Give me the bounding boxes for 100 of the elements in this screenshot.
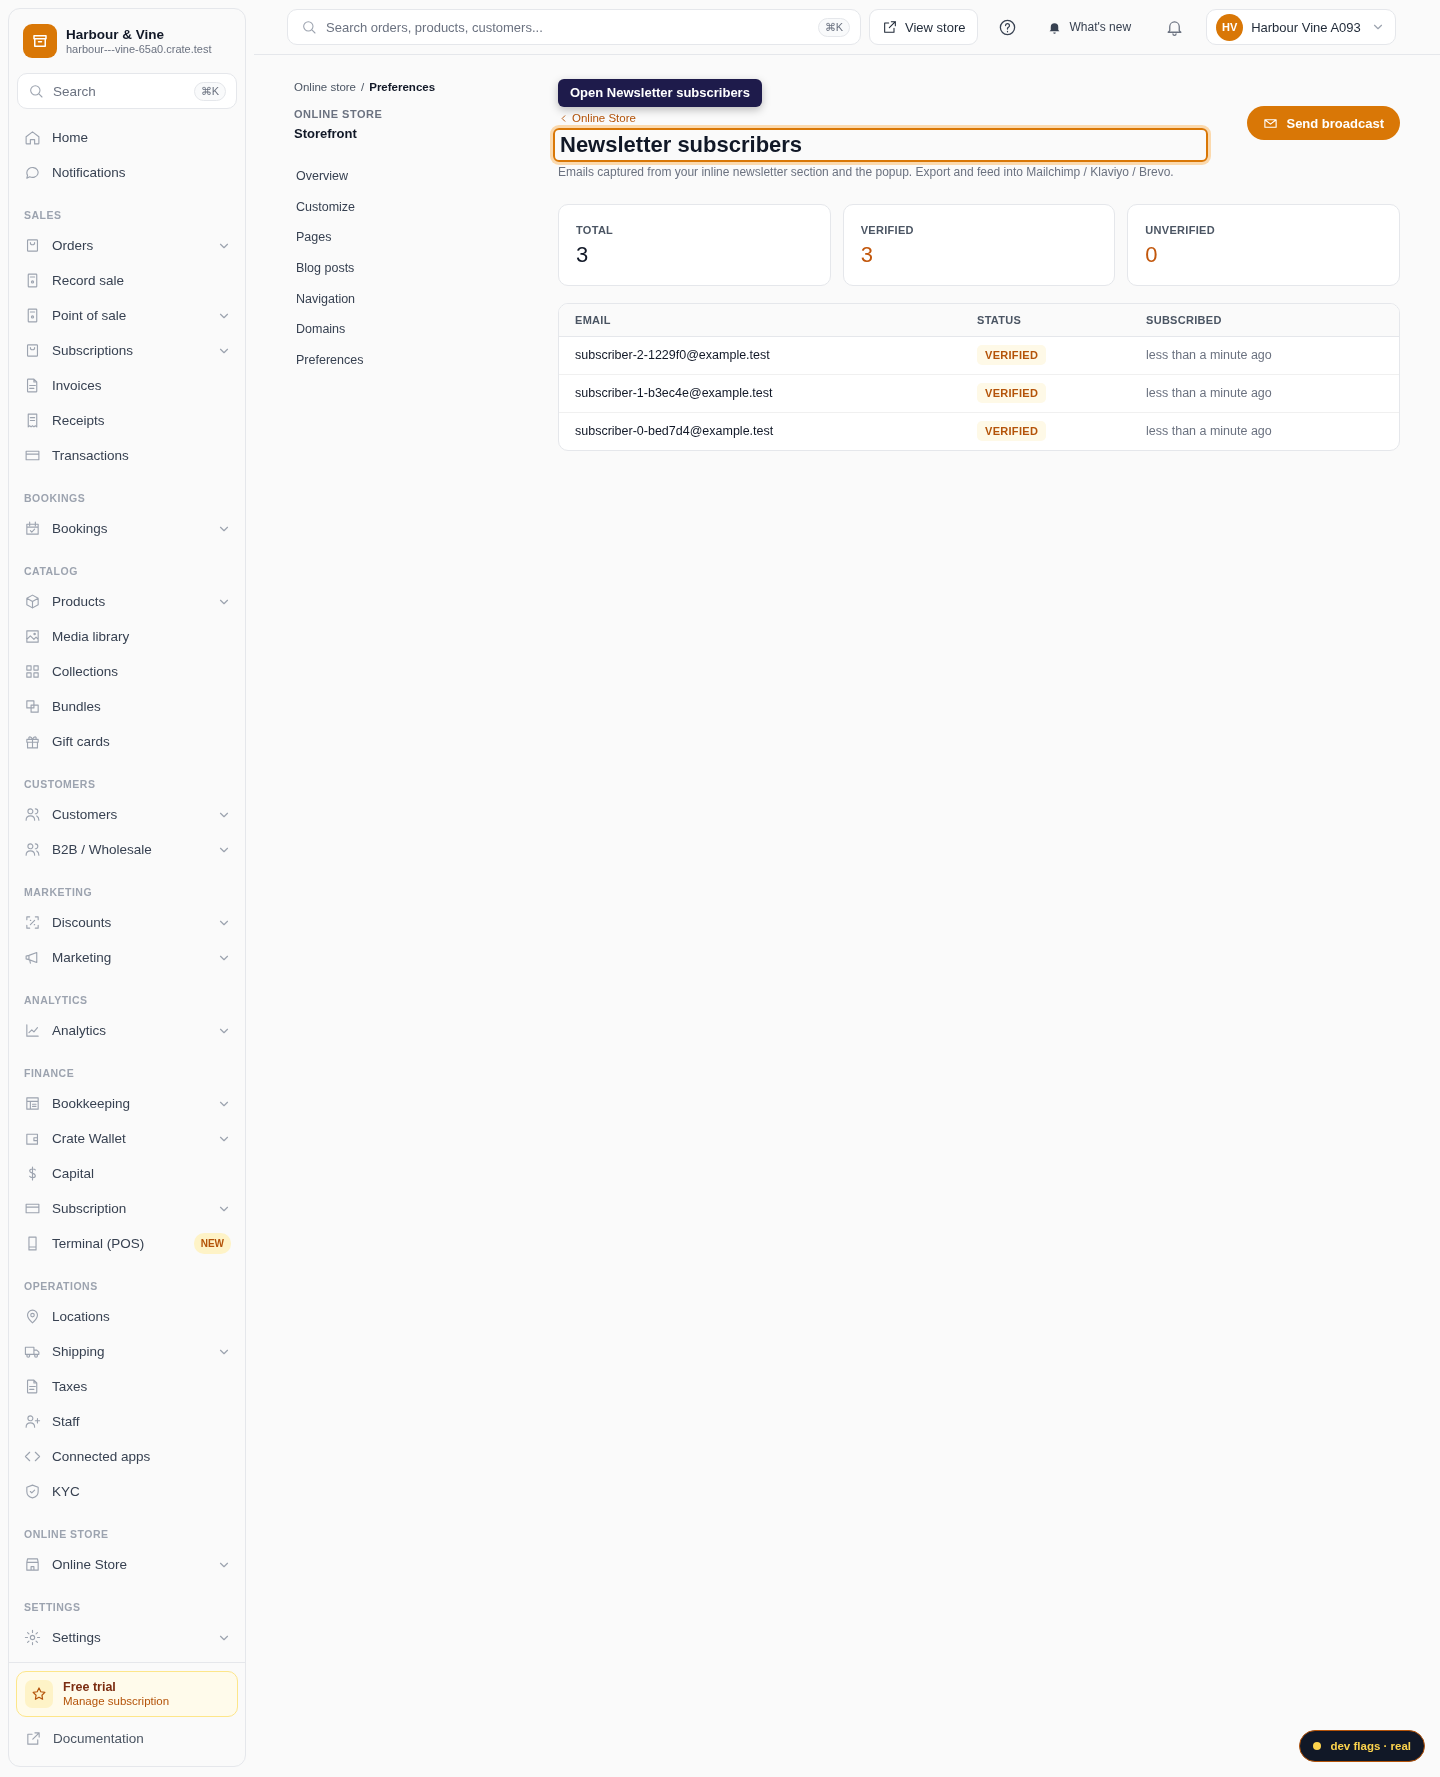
nav-item[interactable]: Shipping bbox=[24, 1334, 217, 1369]
star-icon bbox=[31, 1686, 47, 1702]
nav-item[interactable]: Capital bbox=[24, 1156, 231, 1191]
stat-value: 3 bbox=[576, 241, 590, 268]
avatar: HV bbox=[1216, 13, 1244, 41]
external-link-icon bbox=[882, 19, 898, 35]
subnav-link[interactable]: Navigation bbox=[294, 283, 558, 315]
nav-item[interactable]: Collections bbox=[24, 654, 231, 689]
nav-item[interactable]: Orders bbox=[24, 228, 217, 263]
nav-item[interactable]: Subscription bbox=[24, 1191, 217, 1226]
section-label: ONLINE STORE bbox=[294, 108, 384, 120]
squares-icon bbox=[24, 698, 41, 715]
nav-item[interactable]: Taxes bbox=[24, 1369, 231, 1404]
nav-item[interactable]: Connected apps bbox=[24, 1439, 231, 1474]
nav-item[interactable]: Gift cards bbox=[24, 724, 231, 759]
nav-item[interactable]: Receipts bbox=[24, 403, 231, 438]
column-header: SUBSCRIBED bbox=[1146, 313, 1223, 326]
settings-icon bbox=[24, 1629, 41, 1646]
nav-item[interactable]: Settings bbox=[24, 1620, 217, 1655]
table-cell-text: subscriber-2-1229f0@example.test bbox=[575, 348, 771, 362]
table-cell-text: less than a minute ago bbox=[1146, 348, 1273, 362]
status-badge: VERIFIED bbox=[977, 421, 1047, 441]
nav-item[interactable]: Bundles bbox=[24, 689, 231, 724]
section-heading: FINANCE bbox=[24, 1065, 76, 1081]
section-title: Storefront bbox=[294, 126, 358, 141]
nav-item[interactable]: Invoices bbox=[24, 368, 231, 403]
nav-item[interactable]: Locations bbox=[24, 1299, 231, 1334]
users-icon bbox=[24, 841, 41, 858]
subnav-link[interactable]: Domains bbox=[294, 314, 558, 346]
stat-label: UNVERIFIED bbox=[1145, 223, 1216, 236]
line-chart-icon bbox=[24, 1022, 41, 1039]
discount-icon bbox=[24, 914, 41, 931]
tooltip: Open Newsletter subscribers bbox=[558, 79, 762, 107]
subnav-link[interactable]: Preferences bbox=[294, 345, 558, 376]
search-field[interactable]: Search ⌘K bbox=[17, 73, 237, 109]
stat-value: 3 bbox=[860, 241, 874, 268]
nav-item[interactable]: Terminal (POS) bbox=[24, 1226, 194, 1261]
nav-item[interactable]: Home bbox=[24, 120, 231, 155]
search-field[interactable]: Search orders, products, customers... ⌘K bbox=[287, 9, 861, 45]
external-link-icon bbox=[25, 1729, 42, 1747]
nav-item[interactable]: Crate Wallet bbox=[24, 1121, 217, 1156]
table-cell-text: subscriber-1-b3ec4e@example.test bbox=[575, 386, 774, 400]
nav-item[interactable]: Analytics bbox=[24, 1013, 217, 1048]
subnav-link[interactable]: Pages bbox=[294, 222, 558, 254]
whats-new-button[interactable]: What's new bbox=[1043, 9, 1136, 45]
store-domain: harbour---vine-65a0.crate.test bbox=[66, 42, 212, 56]
image-icon bbox=[24, 628, 41, 645]
new-badge: NEW bbox=[193, 1233, 231, 1254]
section-heading: CATALOG bbox=[24, 563, 79, 579]
bag-icon bbox=[24, 237, 41, 254]
subnav-link[interactable]: Overview bbox=[294, 161, 558, 192]
nav-item[interactable]: Point of sale bbox=[24, 298, 217, 333]
view-store-button[interactable]: View store bbox=[869, 9, 979, 45]
section-heading: MARKETING bbox=[24, 884, 94, 900]
back-link[interactable]: Online Store bbox=[558, 111, 636, 125]
nav-item[interactable]: Staff bbox=[24, 1404, 231, 1439]
store-icon bbox=[24, 1556, 41, 1573]
speech-bubble-icon bbox=[24, 164, 41, 181]
nav-item[interactable]: Transactions bbox=[24, 438, 231, 473]
nav-item[interactable]: Record sale bbox=[24, 263, 231, 298]
nav-item[interactable]: Marketing bbox=[24, 940, 217, 975]
help-icon[interactable] bbox=[998, 17, 1018, 37]
nav-item[interactable]: Online Store bbox=[24, 1547, 217, 1582]
page-title: Newsletter subscribers bbox=[553, 127, 1208, 162]
column-header: STATUS bbox=[977, 313, 1023, 326]
grid-icon bbox=[24, 663, 41, 680]
nav-item[interactable]: KYC bbox=[24, 1474, 231, 1509]
store-name: Harbour & Vine bbox=[66, 26, 166, 43]
stat-value: 0 bbox=[1145, 241, 1159, 268]
breadcrumb-separator: / bbox=[361, 81, 365, 93]
documentation-link[interactable]: Documentation bbox=[16, 1720, 238, 1756]
nav-item[interactable]: Notifications bbox=[24, 155, 231, 190]
nav-item[interactable]: Customers bbox=[24, 797, 217, 832]
nav-item[interactable]: Media library bbox=[24, 619, 231, 654]
nav-item[interactable]: Bookings bbox=[24, 511, 217, 546]
account-menu[interactable]: HV Harbour Vine A093 bbox=[1206, 9, 1397, 45]
stat-label: TOTAL bbox=[576, 223, 615, 236]
cube-icon bbox=[24, 593, 41, 610]
section-heading: ANALYTICS bbox=[24, 992, 89, 1008]
table-cell-text: subscriber-0-bed7d4@example.test bbox=[575, 424, 775, 438]
subnav-link[interactable]: Customize bbox=[294, 191, 558, 223]
nav-item[interactable]: Discounts bbox=[24, 905, 217, 940]
free-trial-card[interactable]: Free trial Manage subscription bbox=[16, 1671, 238, 1717]
calendar-icon bbox=[24, 520, 41, 537]
search-icon bbox=[301, 19, 317, 35]
nav-item[interactable]: Products bbox=[24, 584, 217, 619]
nav-item[interactable]: B2B / Wholesale bbox=[24, 832, 217, 867]
section-heading: OPERATIONS bbox=[24, 1278, 99, 1294]
box-drawing bbox=[31, 32, 49, 50]
breadcrumb-link[interactable]: Preferences bbox=[369, 81, 436, 93]
section-heading: SETTINGS bbox=[24, 1599, 82, 1615]
status-badge: VERIFIED bbox=[977, 383, 1047, 403]
gift-icon bbox=[24, 733, 41, 750]
table-cell-text: less than a minute ago bbox=[1146, 386, 1273, 400]
dev-flags-pill[interactable]: dev flags · real bbox=[1299, 1730, 1425, 1762]
breadcrumb-link[interactable]: Online store bbox=[294, 81, 356, 93]
table-cell-text: less than a minute ago bbox=[1146, 424, 1273, 438]
nav-item[interactable]: Bookkeeping bbox=[24, 1086, 217, 1121]
subnav-link[interactable]: Blog posts bbox=[294, 253, 558, 284]
nav-item[interactable]: Subscriptions bbox=[24, 333, 217, 368]
